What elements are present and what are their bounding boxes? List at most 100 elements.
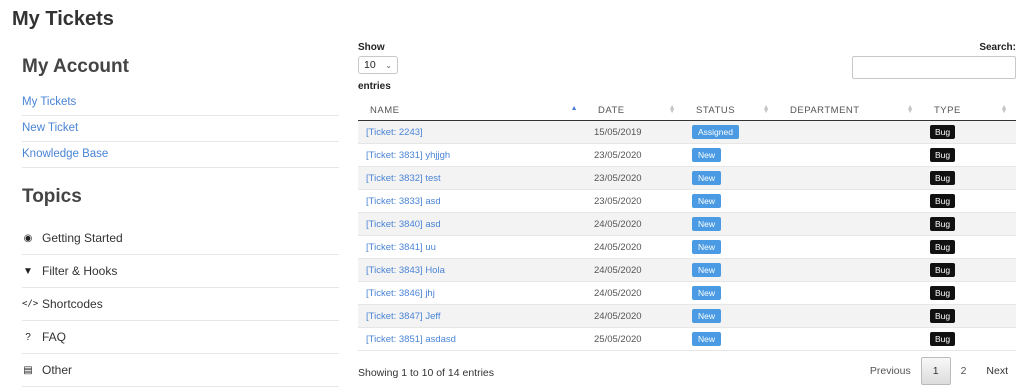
- ticket-link[interactable]: [Ticket: 3843] Hola: [366, 265, 445, 276]
- next-button[interactable]: Next: [976, 358, 1018, 384]
- topic-label: Filter & Hooks: [42, 264, 118, 278]
- date-cell: 24/05/2020: [586, 212, 684, 236]
- ticket-link[interactable]: [Ticket: 3851] asdasd: [366, 334, 456, 345]
- type-cell: Bug: [922, 258, 1016, 282]
- sidebar: My Account My Tickets New Ticket Knowled…: [22, 52, 339, 387]
- table-header-row: NAME ▲ DATE ▲ ▼ STATUS ▲ ▼ DEPARTMENT ▲ ▼ TYPE ▲…: [358, 100, 1016, 121]
- column-header-status[interactable]: STATUS ▲ ▼: [684, 100, 778, 121]
- table-row: [Ticket: 3851] asdasd 25/05/2020 New Bug: [358, 327, 1016, 351]
- table-row: [Ticket: 3831] yhjjgh 23/05/2020 New Bug: [358, 143, 1016, 167]
- type-badge: Bug: [930, 309, 956, 323]
- type-badge: Bug: [930, 286, 956, 300]
- topic-other[interactable]: ▤ Other: [22, 354, 339, 387]
- date-cell: 23/05/2020: [586, 166, 684, 190]
- topic-label: FAQ: [42, 330, 67, 344]
- ticket-name-cell: [Ticket: 3846] jhj: [358, 281, 586, 305]
- tickets-panel: Show 10 ⌄ entries Search: NAME ▲ DATE ▲ ▼ S…: [358, 42, 1018, 385]
- topic-faq[interactable]: ? FAQ: [22, 321, 339, 354]
- department-cell: [778, 304, 922, 328]
- ticket-name-cell: [Ticket: 2243]: [358, 120, 586, 144]
- sidebar-link-new-ticket[interactable]: New Ticket: [22, 116, 339, 142]
- status-badge: New: [692, 148, 722, 162]
- page-button-1[interactable]: 1: [920, 357, 951, 385]
- page-button-2[interactable]: 2: [951, 358, 977, 384]
- department-cell: [778, 258, 922, 282]
- type-cell: Bug: [922, 327, 1016, 351]
- status-badge: New: [692, 263, 722, 277]
- type-badge: Bug: [930, 194, 956, 208]
- ticket-name-cell: [Ticket: 3831] yhjjgh: [358, 143, 586, 167]
- previous-button[interactable]: Previous: [860, 358, 921, 384]
- entries-label: entries: [358, 81, 391, 92]
- search-input[interactable]: [852, 56, 1016, 79]
- pagination: Previous 1 2 Next: [860, 357, 1018, 385]
- length-value: 10: [364, 59, 376, 71]
- type-badge: Bug: [930, 263, 956, 277]
- date-cell: 24/05/2020: [586, 235, 684, 259]
- column-header-type[interactable]: TYPE ▲ ▼: [922, 100, 1016, 121]
- date-cell: 24/05/2020: [586, 304, 684, 328]
- ticket-link[interactable]: [Ticket: 3833] asd: [366, 196, 441, 207]
- ticket-name-cell: [Ticket: 3843] Hola: [358, 258, 586, 282]
- status-cell: New: [684, 304, 778, 328]
- topic-label: Other: [42, 363, 73, 377]
- search-label: Search:: [979, 42, 1016, 53]
- date-cell: 23/05/2020: [586, 189, 684, 213]
- sort-asc-icon: ▲: [570, 105, 578, 112]
- tickets-table: NAME ▲ DATE ▲ ▼ STATUS ▲ ▼ DEPARTMENT ▲ ▼ TYPE ▲…: [358, 100, 1016, 351]
- status-badge: New: [692, 217, 722, 231]
- page-title: My Tickets: [12, 8, 114, 30]
- type-badge: Bug: [930, 332, 956, 346]
- topic-getting-started[interactable]: ◉ Getting Started: [22, 222, 339, 255]
- department-cell: [778, 143, 922, 167]
- column-header-date[interactable]: DATE ▲ ▼: [586, 100, 684, 121]
- ticket-link[interactable]: [Ticket: 3846] jhj: [366, 288, 435, 299]
- type-badge: Bug: [930, 171, 956, 185]
- ticket-link[interactable]: [Ticket: 3832] test: [366, 173, 441, 184]
- entries-length-select[interactable]: 10 ⌄: [358, 56, 398, 74]
- topic-filter-hooks[interactable]: ▼ Filter & Hooks: [22, 255, 339, 288]
- table-row: [Ticket: 3841] uu 24/05/2020 New Bug: [358, 235, 1016, 259]
- column-header-department[interactable]: DEPARTMENT ▲ ▼: [778, 100, 922, 121]
- ticket-link[interactable]: [Ticket: 3841] uu: [366, 242, 436, 253]
- topic-shortcodes[interactable]: </> Shortcodes: [22, 288, 339, 321]
- status-badge: Assigned: [692, 125, 739, 139]
- ticket-name-cell: [Ticket: 3832] test: [358, 166, 586, 190]
- type-cell: Bug: [922, 189, 1016, 213]
- table-info: Showing 1 to 10 of 14 entries: [358, 367, 495, 379]
- table-row: [Ticket: 3833] asd 23/05/2020 New Bug: [358, 189, 1016, 213]
- status-cell: New: [684, 166, 778, 190]
- type-badge: Bug: [930, 148, 956, 162]
- sort-icon: ▲ ▼: [668, 104, 676, 115]
- table-row: [Ticket: 3832] test 23/05/2020 New Bug: [358, 166, 1016, 190]
- department-cell: [778, 281, 922, 305]
- ticket-link[interactable]: [Ticket: 3840] asd: [366, 219, 441, 230]
- table-row: [Ticket: 2243] 15/05/2019 Assigned Bug: [358, 120, 1016, 144]
- date-cell: 15/05/2019: [586, 120, 684, 144]
- department-cell: [778, 212, 922, 236]
- type-cell: Bug: [922, 235, 1016, 259]
- play-circle-icon: ◉: [23, 232, 33, 244]
- sidebar-link-knowledge-base[interactable]: Knowledge Base: [22, 142, 339, 168]
- sort-icon: ▲ ▼: [762, 104, 770, 115]
- ticket-link[interactable]: [Ticket: 2243]: [366, 127, 423, 138]
- date-cell: 25/05/2020: [586, 327, 684, 351]
- department-cell: [778, 327, 922, 351]
- sort-icon: ▲ ▼: [906, 104, 914, 115]
- type-cell: Bug: [922, 212, 1016, 236]
- type-cell: Bug: [922, 281, 1016, 305]
- ticket-link[interactable]: [Ticket: 3831] yhjjgh: [366, 150, 450, 161]
- status-cell: New: [684, 327, 778, 351]
- status-badge: New: [692, 240, 722, 254]
- ticket-name-cell: [Ticket: 3847] Jeff: [358, 304, 586, 328]
- filter-icon: ▼: [23, 265, 33, 277]
- status-cell: New: [684, 212, 778, 236]
- column-header-name[interactable]: NAME ▲: [358, 100, 586, 121]
- sidebar-link-my-tickets[interactable]: My Tickets: [22, 90, 339, 116]
- chevron-down-icon: ⌄: [385, 60, 392, 70]
- ticket-link[interactable]: [Ticket: 3847] Jeff: [366, 311, 440, 322]
- status-cell: New: [684, 258, 778, 282]
- status-badge: New: [692, 309, 722, 323]
- topics-heading: Topics: [22, 186, 82, 207]
- table-row: [Ticket: 3840] asd 24/05/2020 New Bug: [358, 212, 1016, 236]
